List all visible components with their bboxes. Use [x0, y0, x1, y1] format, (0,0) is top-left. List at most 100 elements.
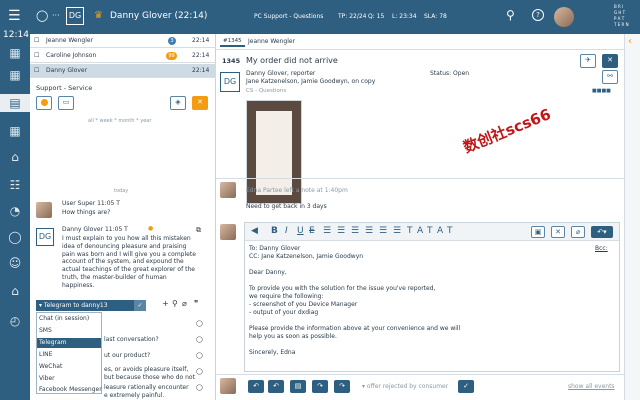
tag-button[interactable]: ◈ — [170, 96, 186, 110]
period-filter[interactable]: all * week * month * year — [88, 118, 151, 124]
apps-icon[interactable]: ▦ — [6, 66, 24, 84]
search-icon[interactable]: ⚲ — [506, 8, 515, 22]
help-icon[interactable]: ? — [532, 9, 544, 21]
reply-all-button[interactable]: ↶ — [268, 380, 284, 393]
message-author: Danny Glover 11:05 T — [62, 226, 128, 233]
snippet-item[interactable]: ut our product? — [104, 352, 150, 359]
editor-line: To provide you with the solution for the… — [249, 285, 436, 292]
attach-icon[interactable]: ⌀ — [182, 299, 187, 308]
snippet-item[interactable]: e extremely painful. — [104, 392, 164, 399]
editor-cc[interactable]: CC: Jane Katzenelson, Jamie Goodwyn — [249, 253, 363, 260]
accept-button[interactable]: ✓ — [458, 380, 474, 393]
agent-avatar[interactable] — [554, 7, 574, 27]
font-color-icon[interactable]: A — [417, 226, 423, 236]
font-size-icon[interactable]: T — [407, 226, 413, 236]
screen-button[interactable]: ▭ — [58, 96, 74, 110]
text-style-icon[interactable]: A — [437, 226, 443, 236]
tab-case-id[interactable]: #1345 — [220, 37, 245, 47]
tab-case-name[interactable]: Jeanne Wengler — [248, 38, 295, 45]
show-all-events-link[interactable]: show all events — [568, 383, 615, 390]
users-icon[interactable]: ☺ — [6, 254, 24, 272]
snippet-item[interactable]: es, or avoids pleasure itself, — [104, 366, 188, 373]
send-icon[interactable]: ◀ — [251, 226, 258, 236]
record-button[interactable] — [36, 96, 52, 110]
channel-option[interactable]: Viber — [39, 375, 55, 382]
attach-button[interactable]: ⌀ — [571, 226, 585, 238]
snippet-item[interactable]: leasure rationally encounter — [104, 384, 189, 391]
brand-logo: B R I G H T P A T T E R N — [614, 4, 629, 27]
offer-status-label: offer rejected by consumer — [366, 383, 449, 390]
menu-icon[interactable]: ☰ — [8, 8, 21, 24]
discard-button[interactable]: ✕ — [551, 226, 565, 238]
forward-button[interactable]: ↷ — [312, 380, 328, 393]
quote-icon[interactable]: ❞ — [194, 299, 198, 308]
stat-tp: TP: 22/24 — [338, 13, 367, 20]
cases-icon[interactable]: ▤ — [0, 94, 30, 112]
reply-menu-button[interactable]: ↶▾ — [591, 226, 613, 238]
case-cc: Jane Katzenelson, Jamie Goodwyn, on copy — [246, 78, 376, 85]
avatar-icon: ☐ — [34, 37, 40, 44]
indent-icon[interactable]: ☰ — [393, 226, 401, 236]
copy-icon[interactable]: ⧉ — [196, 226, 201, 235]
pin-button[interactable]: ✈ — [580, 54, 596, 68]
chat-icon[interactable]: ◯ — [36, 9, 48, 22]
tools-button[interactable]: ✕ — [602, 54, 618, 68]
messages-icon[interactable]: ◯ — [6, 228, 24, 246]
editor-line: - screenshot of you Device Manager — [249, 301, 358, 308]
collapse-icon[interactable]: ‹ — [628, 36, 632, 47]
text-case-icon[interactable]: T — [447, 226, 453, 236]
avatar — [220, 182, 236, 198]
close-button[interactable]: ✕ — [192, 96, 208, 110]
editor-to[interactable]: To: Danny Glover — [249, 245, 300, 252]
strike-icon[interactable]: E — [309, 226, 315, 236]
bold-icon[interactable]: B — [271, 226, 278, 236]
reply-button[interactable]: ↶ — [248, 380, 264, 393]
reports-icon[interactable]: ◔ — [6, 202, 24, 220]
brand-initials-box[interactable]: DG — [66, 7, 84, 25]
align-right-icon[interactable]: ☰ — [351, 226, 359, 236]
search-icon[interactable]: ⚲ — [172, 299, 178, 308]
note-header: Edna Partee left a note at 1:40pm — [246, 187, 348, 194]
snippet-item[interactable]: but because those who do not — [104, 374, 195, 381]
list-item[interactable]: ☐ Jeanne Wengler 3 22:14 — [30, 34, 216, 48]
home-icon[interactable]: ⌂ — [6, 282, 24, 300]
forward-all-button[interactable]: ↷ — [334, 380, 350, 393]
channel-option[interactable]: Facebook Messenger — [39, 386, 102, 393]
channel-option[interactable]: WeChat — [39, 363, 62, 370]
channel-option[interactable]: LINE — [39, 351, 52, 358]
channel-selector[interactable]: ▾ Telegram to danny13 — [36, 300, 134, 311]
editor-bcc[interactable]: Bcc: — [595, 245, 608, 252]
send-button[interactable]: ✓ — [134, 300, 146, 311]
channel-option[interactable]: SMS — [39, 327, 52, 334]
avatar-icon: ☐ — [34, 67, 40, 74]
link-button[interactable]: ⚯ — [602, 70, 618, 84]
pager-dots[interactable]: ■■■■ — [592, 88, 611, 94]
offer-status[interactable]: ▾ offer rejected by consumer — [362, 383, 448, 390]
list-item[interactable]: ☐ Caroline Johnson 99 22:14 — [30, 49, 216, 63]
contacts-icon[interactable]: ☷ — [6, 176, 24, 194]
avatar — [220, 378, 236, 394]
list-icon[interactable]: ☰ — [365, 226, 373, 236]
channel-dropdown: Chat (in session) SMS Telegram LINE WeCh… — [36, 312, 102, 394]
inbox-icon[interactable]: ⌂ — [6, 148, 24, 166]
gauge-icon[interactable]: ◴ — [6, 312, 24, 330]
add-icon[interactable]: + — [162, 299, 169, 308]
list-item-selected[interactable]: ☐ Danny Glover 22:14 — [30, 64, 216, 78]
list-item-name: Danny Glover — [46, 67, 88, 74]
phone-grid-icon[interactable]: ▦ — [6, 44, 24, 62]
snippet-item[interactable]: last conversation? — [104, 336, 159, 343]
underline-icon[interactable]: U — [297, 226, 304, 236]
list-item-time: 22:14 — [192, 52, 210, 59]
channel-option-selected[interactable]: Telegram — [37, 338, 101, 348]
left-nav: 12:14 ▦ ▦ ▤ ▦ ⌂ ☷ ◔ ◯ ☺ ⌂ ◴ — [0, 30, 30, 400]
note-button[interactable]: ▤ — [290, 380, 306, 393]
align-left-icon[interactable]: ☰ — [323, 226, 331, 236]
ordered-list-icon[interactable]: ☰ — [379, 226, 387, 236]
channel-option[interactable]: Chat (in session) — [39, 315, 89, 322]
clear-format-icon[interactable]: T — [427, 226, 433, 236]
calendar-icon[interactable]: ▦ — [6, 122, 24, 140]
align-center-icon[interactable]: ☰ — [337, 226, 345, 236]
italic-icon[interactable]: I — [285, 226, 288, 236]
right-strip: ‹ — [624, 34, 640, 400]
save-button[interactable]: ▣ — [531, 226, 545, 238]
